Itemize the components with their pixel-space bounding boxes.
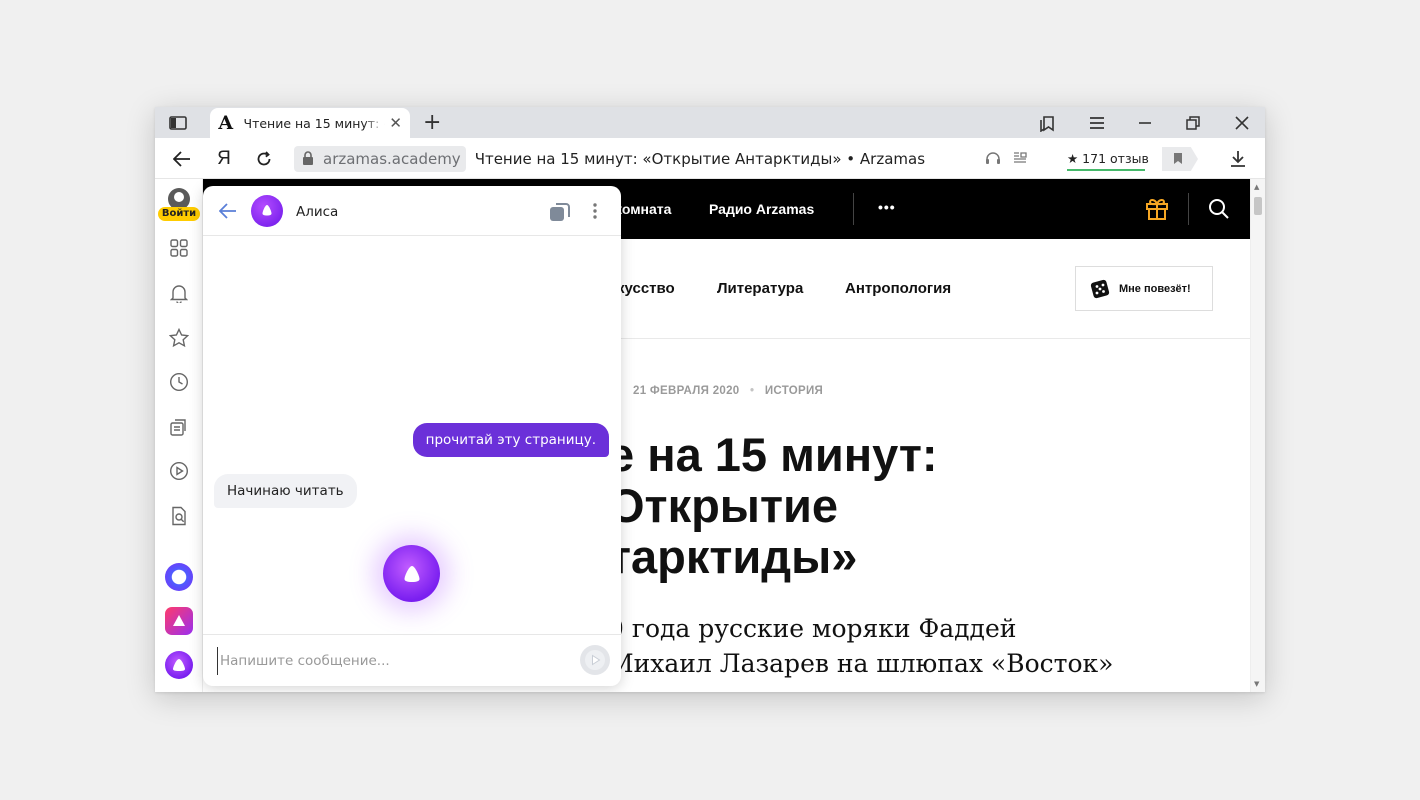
- headphones-icon[interactable]: [985, 150, 1001, 169]
- address-bar[interactable]: arzamas.academy Чтение на 15 минут: «Отк…: [294, 145, 1199, 173]
- close-window-icon[interactable]: [1230, 112, 1254, 134]
- scroll-down-icon[interactable]: ▼: [1254, 680, 1259, 688]
- article-meta: 21 ФЕВРАЛЯ 2020 • ИСТОРИЯ: [633, 385, 823, 397]
- send-arrow-icon: [584, 649, 606, 671]
- article-headline: е на 15 минут: Открытие тарктиды»: [608, 429, 1208, 582]
- collections-cards-icon[interactable]: [168, 416, 190, 438]
- headline-line-3: тарктиды»: [608, 530, 858, 583]
- send-button[interactable]: [580, 645, 610, 675]
- minimize-icon[interactable]: [1133, 112, 1157, 134]
- alice-voice-orb-icon[interactable]: [383, 545, 440, 602]
- reviews-count: ★ 171 отзыв: [1067, 151, 1149, 166]
- tab-arzamas[interactable]: А Чтение на 15 минут: «Открытие Антаркти…: [210, 108, 410, 138]
- category-literature[interactable]: Литература: [717, 280, 803, 297]
- tab-close-icon[interactable]: ✕: [389, 114, 402, 132]
- screenshot-icon[interactable]: [547, 199, 573, 225]
- browser-toolbar: Я arzamas.academy Чтение на 15 минут: «О…: [155, 138, 1265, 179]
- sidebar-rail: Войти: [155, 179, 203, 692]
- address-page-title: Чтение на 15 минут: «Открытие Антарктиды…: [474, 150, 926, 168]
- lock-icon: [302, 150, 314, 169]
- tab-strip: А Чтение на 15 минут: «Открытие Антаркти…: [155, 107, 1265, 138]
- category-anthropology[interactable]: Антропология: [845, 280, 951, 297]
- scroll-up-icon[interactable]: ▲: [1254, 183, 1259, 191]
- url-domain: arzamas.academy: [323, 150, 461, 168]
- alice-store-app-icon[interactable]: [165, 607, 193, 635]
- alice-app-icon[interactable]: [165, 651, 193, 679]
- category-art[interactable]: кусство: [617, 280, 675, 297]
- article-lead: 0 года русские моряки Фаддей Михаил Лаза…: [608, 611, 1248, 681]
- alice-header: Алиса: [203, 186, 621, 236]
- back-arrow-icon[interactable]: [170, 147, 194, 171]
- download-icon[interactable]: [1226, 147, 1250, 171]
- omnibox-icons: [985, 150, 1027, 169]
- lead-line-1: 0 года русские моряки Фаддей: [608, 614, 1017, 643]
- new-tab-button[interactable]: +: [423, 110, 441, 135]
- bot-message: Начинаю читать: [214, 474, 357, 508]
- arzamas-favicon-icon: А: [218, 112, 234, 134]
- lead-line-2: Михаил Лазарев на шлюпах «Восток»: [608, 649, 1114, 678]
- gift-icon[interactable]: [1144, 195, 1170, 225]
- browser-window: А Чтение на 15 минут: «Открытие Антаркти…: [155, 107, 1265, 692]
- user-message: прочитай эту страницу.: [412, 423, 609, 457]
- page-scrollbar[interactable]: ▲ ▼: [1250, 179, 1265, 692]
- tab-title: Чтение на 15 минут: «Открытие Антарктиды…: [243, 115, 386, 131]
- menu-icon[interactable]: [1085, 112, 1109, 134]
- reviews-badge[interactable]: ★ 171 отзыв: [1067, 145, 1149, 172]
- message-composer: [203, 634, 621, 686]
- bookmark-icon: [1173, 150, 1183, 169]
- reload-icon[interactable]: [252, 147, 276, 171]
- nav-link-radio[interactable]: Радио Arzamas: [709, 201, 814, 217]
- headline-line-1: е на 15 минут:: [608, 428, 938, 481]
- alice-panel: Алиса прочитай эту страницу. Начинаю чит…: [203, 186, 621, 686]
- history-clock-icon[interactable]: [168, 371, 190, 393]
- alice-avatar-icon: [251, 195, 283, 227]
- scroll-thumb[interactable]: [1254, 197, 1262, 215]
- kebab-menu-icon[interactable]: [587, 200, 603, 222]
- star-icon[interactable]: [168, 327, 190, 349]
- search-icon[interactable]: [1208, 198, 1230, 224]
- more-icon[interactable]: •••: [878, 199, 896, 215]
- yandex-logo-icon[interactable]: Я: [212, 147, 236, 171]
- bell-icon[interactable]: [168, 282, 190, 304]
- document-search-icon[interactable]: [168, 505, 190, 527]
- services-grid-icon[interactable]: [168, 237, 190, 259]
- sidebar-toggle-icon[interactable]: [167, 113, 189, 133]
- reader-mode-icon[interactable]: [1013, 150, 1027, 169]
- header-divider: [853, 193, 854, 225]
- alice-back-arrow-icon[interactable]: [217, 200, 239, 222]
- video-play-icon[interactable]: [168, 460, 190, 482]
- alice-title: Алиса: [296, 204, 339, 220]
- article-section[interactable]: ИСТОРИЯ: [765, 385, 823, 397]
- bookmark-button[interactable]: [1162, 147, 1198, 171]
- restore-icon[interactable]: [1181, 112, 1205, 134]
- messenger-app-icon[interactable]: [165, 563, 193, 591]
- login-badge[interactable]: Войти: [158, 207, 200, 221]
- article-date: 21 ФЕВРАЛЯ 2020: [633, 385, 740, 397]
- nav-link-room[interactable]: комната: [615, 201, 671, 217]
- headline-line-2: Открытие: [608, 479, 838, 532]
- reviews-rating-bar: [1067, 169, 1145, 171]
- header-divider-2: [1188, 193, 1189, 225]
- dice-icon: [1090, 279, 1110, 299]
- message-input[interactable]: [217, 647, 567, 675]
- meta-separator: •: [750, 385, 755, 397]
- collections-icon[interactable]: [1036, 112, 1060, 134]
- lucky-button[interactable]: Мне повезёт!: [1075, 266, 1213, 311]
- lucky-label: Мне повезёт!: [1119, 282, 1191, 295]
- url-chip[interactable]: arzamas.academy: [294, 146, 466, 172]
